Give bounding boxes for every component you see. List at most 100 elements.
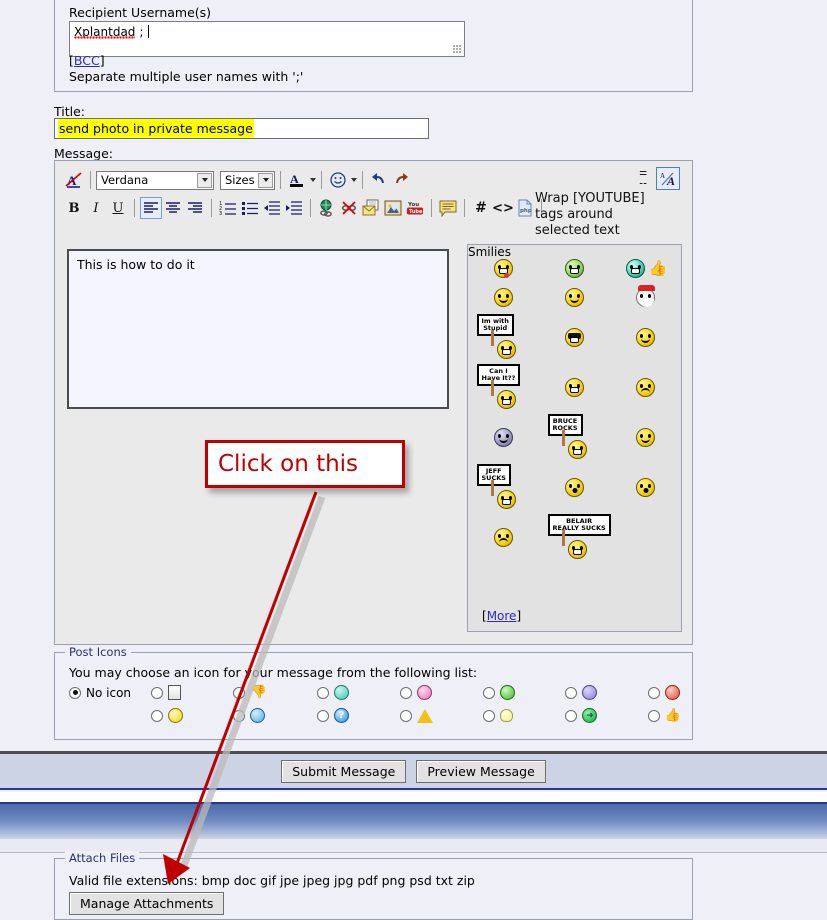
icon-thumbs-down[interactable]: 👎	[250, 685, 266, 700]
font-size-select[interactable]: Sizes	[220, 170, 275, 190]
radio-icon-exclamation[interactable]	[399, 709, 412, 722]
icon-green-grin[interactable]	[499, 685, 515, 700]
italic-button[interactable]: I	[85, 197, 107, 219]
smilie-cell[interactable]	[542, 284, 608, 311]
post-icon-option[interactable]	[482, 706, 515, 725]
post-icon-option[interactable]	[482, 683, 515, 702]
smilie-cell[interactable]: BRUCE ROCKS	[542, 413, 608, 461]
chevron-down-icon[interactable]	[351, 178, 357, 182]
textarea-resize-grip[interactable]	[453, 45, 462, 54]
code-button[interactable]: <>	[492, 197, 514, 219]
remove-formatting-icon[interactable]: A	[63, 169, 85, 191]
smilie-cell[interactable]	[613, 284, 679, 311]
insert-youtube-icon[interactable]: You Tube	[404, 197, 426, 219]
drink-smilie[interactable]	[636, 477, 655, 497]
icon-question[interactable]: ?	[334, 708, 350, 723]
submit-message-button[interactable]: Submit Message	[281, 759, 407, 783]
align-left-icon[interactable]	[140, 197, 162, 219]
message-textarea[interactable]: This is how to do it	[67, 249, 449, 409]
undo-icon[interactable]	[368, 169, 390, 191]
recipient-input[interactable]: Xplantdad ;	[69, 21, 465, 57]
smilie-cell[interactable]: JEFF SUCKS	[471, 463, 537, 511]
chevron-down-icon[interactable]	[310, 178, 316, 182]
can-i-have-it-sign-smilie[interactable]: Can I Have It??	[473, 364, 535, 410]
santa-smilie[interactable]	[636, 285, 655, 307]
post-icon-option[interactable]	[317, 683, 350, 702]
ordered-list-icon[interactable]: 123	[217, 197, 239, 219]
insert-image-icon[interactable]	[382, 197, 404, 219]
insert-php-icon[interactable]: php	[514, 197, 536, 219]
post-icon-option[interactable]: ?	[317, 706, 350, 725]
radio-icon-red-angry[interactable]	[647, 686, 660, 699]
smilie-cell[interactable]	[613, 474, 679, 501]
smilie-cell[interactable]	[542, 324, 608, 351]
hammered-smilie[interactable]	[636, 427, 655, 447]
jeff-sucks-sign-smilie[interactable]: JEFF SUCKS	[473, 464, 535, 510]
icon-arrow[interactable]: ➜	[582, 708, 598, 723]
big-grin-smilie[interactable]	[565, 377, 584, 397]
teal-thumbs-up-smilie[interactable]: 👍	[625, 258, 667, 279]
smilie-insert-icon[interactable]	[327, 169, 349, 191]
smilie-cell[interactable]: Im with Stupid	[471, 313, 537, 361]
im-with-stupid-sign-smilie-face[interactable]	[496, 340, 516, 359]
hash-button[interactable]: #	[470, 197, 492, 219]
post-icon-no-icon[interactable]: No icon	[69, 683, 151, 702]
smilie-cell[interactable]: Can I Have It??	[471, 363, 537, 411]
radio-icon-smile[interactable]	[151, 709, 163, 722]
post-icon-option[interactable]	[565, 683, 598, 702]
icon-smile[interactable]	[168, 708, 183, 723]
underline-button[interactable]: U	[107, 197, 129, 219]
insert-email-icon[interactable]	[360, 197, 382, 219]
smilie-cell[interactable]	[471, 524, 537, 551]
post-icon-option[interactable]	[151, 683, 183, 702]
post-icon-option[interactable]	[399, 683, 433, 702]
icon-exclamation[interactable]	[416, 708, 433, 723]
bow-down-smilie[interactable]	[636, 327, 655, 347]
smilie-cell[interactable]	[471, 284, 537, 311]
bruce-rocks-sign-smilie[interactable]: BRUCE ROCKS	[544, 414, 606, 460]
editor-size-toggles[interactable]: ⚌ ⚋	[636, 169, 650, 187]
cool-sunglasses-smilie[interactable]	[565, 327, 584, 347]
belair-really-sucks-sign-smilie[interactable]: BELAIR REALLY SUCKS	[544, 514, 611, 560]
bold-button[interactable]: B	[63, 197, 85, 219]
purple-alien-smilie[interactable]	[494, 427, 513, 447]
smilie-cell[interactable]	[542, 255, 608, 282]
can-i-have-it-sign-smilie-face[interactable]	[496, 390, 516, 409]
radio-icon-pink-embarrassed[interactable]	[399, 686, 412, 699]
insert-link-icon[interactable]	[316, 197, 338, 219]
post-icon-option[interactable]	[151, 706, 183, 725]
icon-purple-frown[interactable]	[582, 685, 598, 700]
icon-wink[interactable]	[334, 685, 350, 700]
radio-icon-wink[interactable]	[317, 686, 330, 699]
chevron-down-icon[interactable]	[197, 172, 212, 188]
icon-thumbs-up[interactable]: 👍	[665, 708, 681, 723]
preview-message-button[interactable]: Preview Message	[416, 759, 546, 783]
title-input[interactable]: send photo in private message	[54, 118, 429, 139]
im-with-stupid-sign-smilie[interactable]: Im with Stupid	[473, 314, 535, 360]
smilie-cell[interactable]: 👍	[613, 255, 679, 282]
bcc-link[interactable]: BCC	[74, 53, 100, 68]
smilie-cell[interactable]	[613, 324, 679, 351]
wysiwyg-toggle-icon[interactable]: AA	[656, 167, 680, 190]
radio-icon-arrow[interactable]	[565, 709, 578, 722]
smilie-cell[interactable]	[542, 474, 608, 501]
radio-icon-thumbs-down[interactable]	[233, 686, 246, 699]
belair-really-sucks-sign-smilie-face[interactable]	[567, 540, 587, 559]
radio-icon-question[interactable]	[317, 709, 330, 722]
post-icon-option[interactable]: 👍	[647, 706, 681, 725]
confused-smilie[interactable]	[636, 377, 655, 397]
plain-smilie[interactable]	[494, 288, 513, 307]
outdent-icon[interactable]	[261, 197, 283, 219]
font-family-select[interactable]: Verdana	[96, 170, 214, 190]
teal-thumbs-up-smilie-face[interactable]	[625, 258, 645, 278]
font-color-icon[interactable]: A	[286, 169, 308, 191]
post-icon-option[interactable]: ➜	[565, 706, 598, 725]
radio-no-icon[interactable]	[69, 686, 81, 699]
smilie-cell[interactable]: BELAIR REALLY SUCKS	[542, 513, 611, 561]
redo-icon[interactable]	[390, 169, 412, 191]
shocked-smilie[interactable]	[565, 477, 584, 497]
smilie-cell[interactable]	[613, 424, 679, 451]
post-icon-option[interactable]	[647, 683, 681, 702]
radio-icon-document[interactable]	[151, 686, 163, 699]
bruce-rocks-sign-smilie-face[interactable]	[567, 440, 587, 459]
